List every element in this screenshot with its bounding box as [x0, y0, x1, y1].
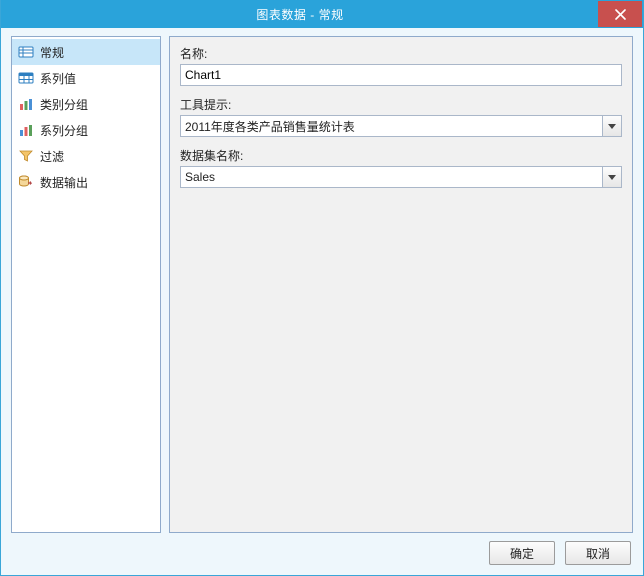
sidebar-item-label: 类别分组 — [40, 96, 88, 113]
dataset-combo-button[interactable] — [602, 167, 621, 187]
sidebar-item-data-output[interactable]: 数据输出 — [12, 169, 160, 195]
dialog-window: 图表数据 - 常规 常规 — [0, 0, 644, 576]
tooltip-combo-value: 2011年度各类产品销售量统计表 — [181, 116, 602, 136]
dataset-label: 数据集名称: — [180, 147, 622, 164]
name-label: 名称: — [180, 45, 622, 62]
sidebar-item-label: 系列分组 — [40, 122, 88, 139]
dialog-footer: 确定 取消 — [1, 533, 643, 575]
title-bar: 图表数据 - 常规 — [1, 0, 643, 28]
sidebar-item-label: 过滤 — [40, 148, 64, 165]
main-panel: 名称: 工具提示: 2011年度各类产品销售量统计表 数据集名称: Sales — [169, 36, 633, 533]
dataset-combo[interactable]: Sales — [180, 166, 622, 188]
tooltip-combo-button[interactable] — [602, 116, 621, 136]
sidebar-item-label: 常规 — [40, 44, 64, 61]
series-values-icon — [18, 70, 34, 86]
category-groups-icon — [18, 96, 34, 112]
filter-icon — [18, 148, 34, 164]
data-output-icon — [18, 174, 34, 190]
dialog-body: 常规 系列值 — [1, 28, 643, 533]
sidebar-item-general[interactable]: 常规 — [12, 39, 160, 65]
chevron-down-icon — [608, 175, 616, 180]
sidebar-item-series-groups[interactable]: 系列分组 — [12, 117, 160, 143]
sidebar-item-filters[interactable]: 过滤 — [12, 143, 160, 169]
sidebar-item-label: 系列值 — [40, 70, 76, 87]
tooltip-combo[interactable]: 2011年度各类产品销售量统计表 — [180, 115, 622, 137]
sidebar: 常规 系列值 — [11, 36, 161, 533]
close-icon — [615, 9, 626, 20]
dataset-combo-value: Sales — [181, 167, 602, 187]
sidebar-item-label: 数据输出 — [40, 174, 88, 191]
cancel-button[interactable]: 取消 — [565, 541, 631, 565]
tooltip-label: 工具提示: — [180, 96, 622, 113]
sidebar-item-category-groups[interactable]: 类别分组 — [12, 91, 160, 117]
chevron-down-icon — [608, 124, 616, 129]
ok-button[interactable]: 确定 — [489, 541, 555, 565]
sidebar-item-series-values[interactable]: 系列值 — [12, 65, 160, 91]
window-title: 图表数据 - 常规 — [2, 1, 598, 27]
series-groups-icon — [18, 122, 34, 138]
name-input[interactable] — [180, 64, 622, 86]
general-icon — [18, 44, 34, 60]
close-button[interactable] — [598, 1, 642, 27]
